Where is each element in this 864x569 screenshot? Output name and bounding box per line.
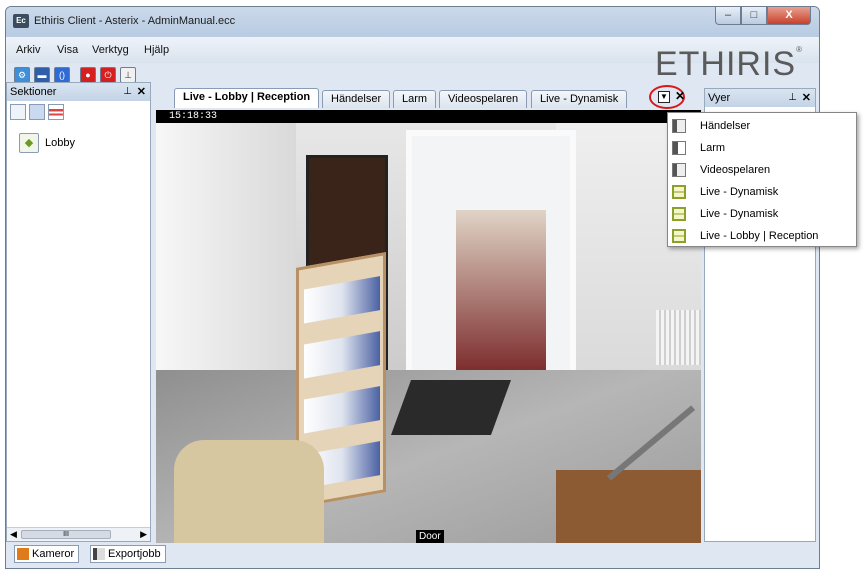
dropdown-item-live-lobby-reception[interactable]: Live - Lobby | Reception: [668, 225, 856, 247]
list-view-icon[interactable]: [29, 104, 45, 120]
camera-label: Door: [416, 530, 444, 543]
scroll-left-icon[interactable]: ◀: [10, 529, 17, 540]
camera-icon: [17, 548, 29, 560]
maximize-button[interactable]: □: [741, 7, 767, 25]
tab-live-dynamisk[interactable]: Live - Dynamisk: [531, 90, 628, 108]
tree-view-icon[interactable]: [10, 104, 26, 120]
bottom-tab-strip: Kameror Exportjobb: [6, 543, 816, 563]
views-panel-title: Vyer: [708, 92, 731, 104]
tab-exportjobb-label: Exportjobb: [108, 548, 161, 560]
tab-list-dropdown: Händelser Larm Videospelaren Live - Dyna…: [667, 112, 857, 247]
menu-arkiv[interactable]: Arkiv: [16, 44, 40, 56]
ethiris-logo: ETHIRIS®: [654, 45, 803, 83]
export-icon: [93, 548, 105, 560]
title-bar[interactable]: Ec Ethiris Client - Asterix - AdminManua…: [6, 7, 819, 37]
section-item-lobby[interactable]: ◆ Lobby: [19, 133, 75, 153]
dropdown-item-label: Larm: [700, 142, 726, 154]
menu-verktyg[interactable]: Verktyg: [92, 44, 129, 56]
menu-hjalp[interactable]: Hjälp: [144, 44, 169, 56]
tab-live-lobby-reception[interactable]: Live - Lobby | Reception: [174, 88, 320, 108]
horizontal-scrollbar[interactable]: ◀ III ▶: [7, 527, 150, 541]
tab-larm[interactable]: Larm: [393, 90, 437, 108]
tab-list-dropdown-icon[interactable]: ▼: [658, 91, 670, 103]
close-icon[interactable]: ✕: [802, 89, 811, 107]
folder-icon[interactable]: ▬: [34, 67, 50, 83]
tab-handelser[interactable]: Händelser: [322, 90, 391, 108]
sections-panel-title: Sektioner: [10, 86, 57, 98]
close-button[interactable]: X: [767, 7, 811, 25]
pin-icon[interactable]: ⊥: [123, 83, 132, 101]
tab-kameror[interactable]: Kameror: [14, 545, 80, 563]
scroll-right-icon[interactable]: ▶: [140, 529, 147, 540]
sections-panel-header: Sektioner ⊥ ✕: [7, 83, 150, 101]
dropdown-item-label: Live - Dynamisk: [700, 208, 779, 220]
sections-panel: Sektioner ⊥ ✕ ◆ Lobby ◀ III ▶: [6, 82, 151, 542]
video-player-icon: [672, 163, 686, 177]
app-icon: Ec: [13, 14, 29, 28]
dropdown-item-label: Live - Lobby | Reception: [700, 230, 819, 242]
dropdown-item-label: Videospelaren: [700, 164, 771, 176]
window-controls: – □ X: [715, 7, 811, 25]
layout-grid-icon: [672, 229, 686, 243]
view-tabs: Live - Lobby | Reception Händelser Larm …: [156, 85, 701, 109]
layout-grid-icon: [672, 185, 686, 199]
tab-videospelaren[interactable]: Videospelaren: [439, 90, 528, 108]
dropdown-item-label: Live - Dynamisk: [700, 186, 779, 198]
scroll-thumb[interactable]: III: [21, 530, 111, 539]
download-icon[interactable]: ⊥: [120, 67, 136, 83]
minimize-button[interactable]: –: [715, 7, 741, 25]
dropdown-item-larm[interactable]: Larm: [668, 137, 856, 159]
record-icon[interactable]: ●: [80, 67, 96, 83]
section-label: Lobby: [45, 137, 75, 149]
brand-text: ETHIRIS: [654, 45, 797, 83]
power-icon[interactable]: ⏻: [100, 67, 116, 83]
settings-icon[interactable]: ⚙: [14, 67, 30, 83]
refresh-icon[interactable]: (): [54, 67, 70, 83]
layout-grid-icon: [672, 207, 686, 221]
dropdown-item-videospelaren[interactable]: Videospelaren: [668, 159, 856, 181]
tab-exportjobb[interactable]: Exportjobb: [90, 545, 166, 563]
video-timestamp: 15:18:33: [156, 110, 701, 123]
close-icon[interactable]: ✕: [137, 83, 146, 101]
tab-kameror-label: Kameror: [32, 548, 75, 560]
dropdown-item-live-dynamisk-2[interactable]: Live - Dynamisk: [668, 203, 856, 225]
alarm-icon: [672, 141, 686, 155]
window-title: Ethiris Client - Asterix - AdminManual.e…: [34, 15, 236, 27]
events-icon: [672, 119, 686, 133]
views-panel-header: Vyer ⊥ ✕: [705, 89, 815, 107]
detail-view-icon[interactable]: [48, 104, 64, 120]
camera-video-view[interactable]: 15:18:33 Door: [156, 110, 701, 543]
pin-icon[interactable]: ⊥: [788, 89, 797, 107]
sections-panel-tools: [7, 101, 150, 123]
dropdown-item-live-dynamisk-1[interactable]: Live - Dynamisk: [668, 181, 856, 203]
section-icon: ◆: [19, 133, 39, 153]
menu-visa[interactable]: Visa: [57, 44, 78, 56]
tab-close-icon[interactable]: ✕: [675, 89, 685, 103]
dropdown-item-handelser[interactable]: Händelser: [668, 115, 856, 137]
dropdown-item-label: Händelser: [700, 120, 751, 132]
